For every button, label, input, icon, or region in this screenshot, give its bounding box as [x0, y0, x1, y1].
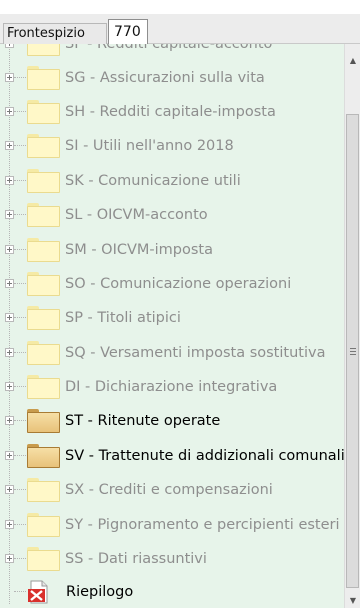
expand-icon[interactable]	[5, 141, 14, 150]
folder-icon	[27, 409, 60, 433]
folder-icon	[27, 547, 60, 571]
tree-item-label: Riepilogo	[66, 584, 134, 600]
tree-item[interactable]: SM - OICVM-imposta	[0, 233, 344, 267]
folder-icon	[27, 375, 60, 399]
tree-item-label: SM - OICVM-imposta	[65, 242, 213, 258]
tree-item-label: DI - Dichiarazione integrativa	[65, 379, 278, 395]
connector-line	[14, 111, 26, 112]
connector-line	[14, 386, 26, 387]
tree-item[interactable]: SI - Utili nell'anno 2018	[0, 129, 344, 163]
folder-icon	[27, 238, 60, 262]
folder-icon	[27, 44, 60, 56]
tree-item-label: SY - Pignoramento e percipienti esteri	[65, 517, 340, 533]
tree-item-label: SO - Comunicazione operazioni	[65, 276, 292, 292]
tree-item[interactable]: SK - Comunicazione utili	[0, 164, 344, 198]
connector-line	[14, 420, 26, 421]
tab-770[interactable]: 770	[108, 19, 148, 45]
summary-x-icon	[28, 580, 48, 604]
expand-icon[interactable]	[5, 554, 14, 563]
connector-line	[14, 524, 26, 525]
expand-icon[interactable]	[5, 73, 14, 82]
tree-item-riepilogo[interactable]: Riepilogo	[0, 575, 344, 608]
folder-icon	[27, 478, 60, 502]
tree-item-label: SL - OICVM-acconto	[65, 207, 208, 223]
folder-icon	[27, 444, 60, 468]
tab-frontespizio[interactable]: Frontespizio	[3, 23, 107, 44]
connector-line	[14, 283, 26, 284]
expand-icon[interactable]	[5, 485, 14, 494]
tree-item-label: SQ - Versamenti imposta sostitutiva	[65, 345, 326, 361]
tree-item-label: ST - Ritenute operate	[65, 413, 221, 429]
tree-item-label: SG - Assicurazioni sulla vita	[65, 70, 265, 86]
expand-icon[interactable]	[5, 210, 14, 219]
tree-item-label: SH - Redditi capitale-imposta	[65, 104, 276, 120]
expand-icon[interactable]	[5, 451, 14, 460]
tree-item-label: SV - Trattenute di addizionali comunali	[65, 448, 344, 464]
tree-item[interactable]: ST - Ritenute operate	[0, 404, 344, 438]
connector-line	[14, 180, 26, 181]
expand-icon[interactable]	[5, 313, 14, 322]
tree-item[interactable]: SF - Redditi capitale-acconto	[0, 44, 344, 61]
connector-line	[14, 558, 26, 559]
tree-item-label: SF - Redditi capitale-acconto	[65, 44, 273, 52]
tree-item[interactable]: SY - Pignoramento e percipienti esteri	[0, 508, 344, 542]
tree-item-label: SP - Titoli atipici	[65, 310, 181, 326]
connector-line	[14, 317, 26, 318]
expand-icon[interactable]	[5, 176, 14, 185]
connector-line	[14, 214, 26, 215]
expand-icon[interactable]	[5, 348, 14, 357]
connector-line	[14, 145, 26, 146]
connector-line	[14, 591, 26, 592]
folder-icon	[27, 341, 60, 365]
folder-icon	[27, 134, 60, 158]
connector-line	[14, 352, 26, 353]
tree-item[interactable]: SP - Titoli atipici	[0, 301, 344, 335]
tree-item-label: SS - Dati riassuntivi	[65, 551, 207, 567]
vertical-scrollbar[interactable]: ▲ ▼	[344, 44, 360, 608]
tree-item[interactable]: SO - Comunicazione operazioni	[0, 267, 344, 301]
folder-icon	[27, 306, 60, 330]
folder-icon	[27, 513, 60, 537]
folder-icon	[27, 66, 60, 90]
scroll-thumb[interactable]	[346, 114, 359, 588]
grip-icon	[350, 348, 356, 355]
expand-icon[interactable]	[5, 279, 14, 288]
expand-icon[interactable]	[5, 245, 14, 254]
tree-item[interactable]: SH - Redditi capitale-imposta	[0, 95, 344, 129]
expand-icon[interactable]	[5, 382, 14, 391]
top-strip	[0, 0, 360, 14]
folder-icon	[27, 100, 60, 124]
tree-item[interactable]: SQ - Versamenti imposta sostitutiva	[0, 336, 344, 370]
tree-item-label: SK - Comunicazione utili	[65, 173, 241, 189]
tree-item[interactable]: SL - OICVM-acconto	[0, 198, 344, 232]
tree-item[interactable]: SG - Assicurazioni sulla vita	[0, 61, 344, 95]
connector-line	[14, 249, 26, 250]
expand-icon[interactable]	[5, 416, 14, 425]
tree-item[interactable]: SV - Trattenute di addizionali comunali	[0, 439, 344, 473]
connector-line	[14, 455, 26, 456]
tree-item-label: SI - Utili nell'anno 2018	[65, 138, 234, 154]
scroll-down-arrow-icon[interactable]: ▼	[348, 596, 358, 606]
tree-item[interactable]: SX - Crediti e compensazioni	[0, 473, 344, 507]
scroll-up-arrow-icon[interactable]: ▲	[348, 56, 358, 66]
expand-icon[interactable]	[5, 44, 14, 48]
tree-item[interactable]: DI - Dichiarazione integrativa	[0, 370, 344, 404]
connector-line	[14, 489, 26, 490]
folder-icon	[27, 272, 60, 296]
tree-item[interactable]: SS - Dati riassuntivi	[0, 542, 344, 576]
section-tree: SF - Redditi capitale-acconto SG - Assic…	[0, 44, 344, 608]
tab-bar: Frontespizio 770	[0, 14, 360, 45]
folder-icon	[27, 169, 60, 193]
folder-icon	[27, 203, 60, 227]
connector-line	[14, 77, 26, 78]
tree-item-label: SX - Crediti e compensazioni	[65, 482, 273, 498]
expand-icon[interactable]	[5, 520, 14, 529]
expand-icon[interactable]	[5, 107, 14, 116]
